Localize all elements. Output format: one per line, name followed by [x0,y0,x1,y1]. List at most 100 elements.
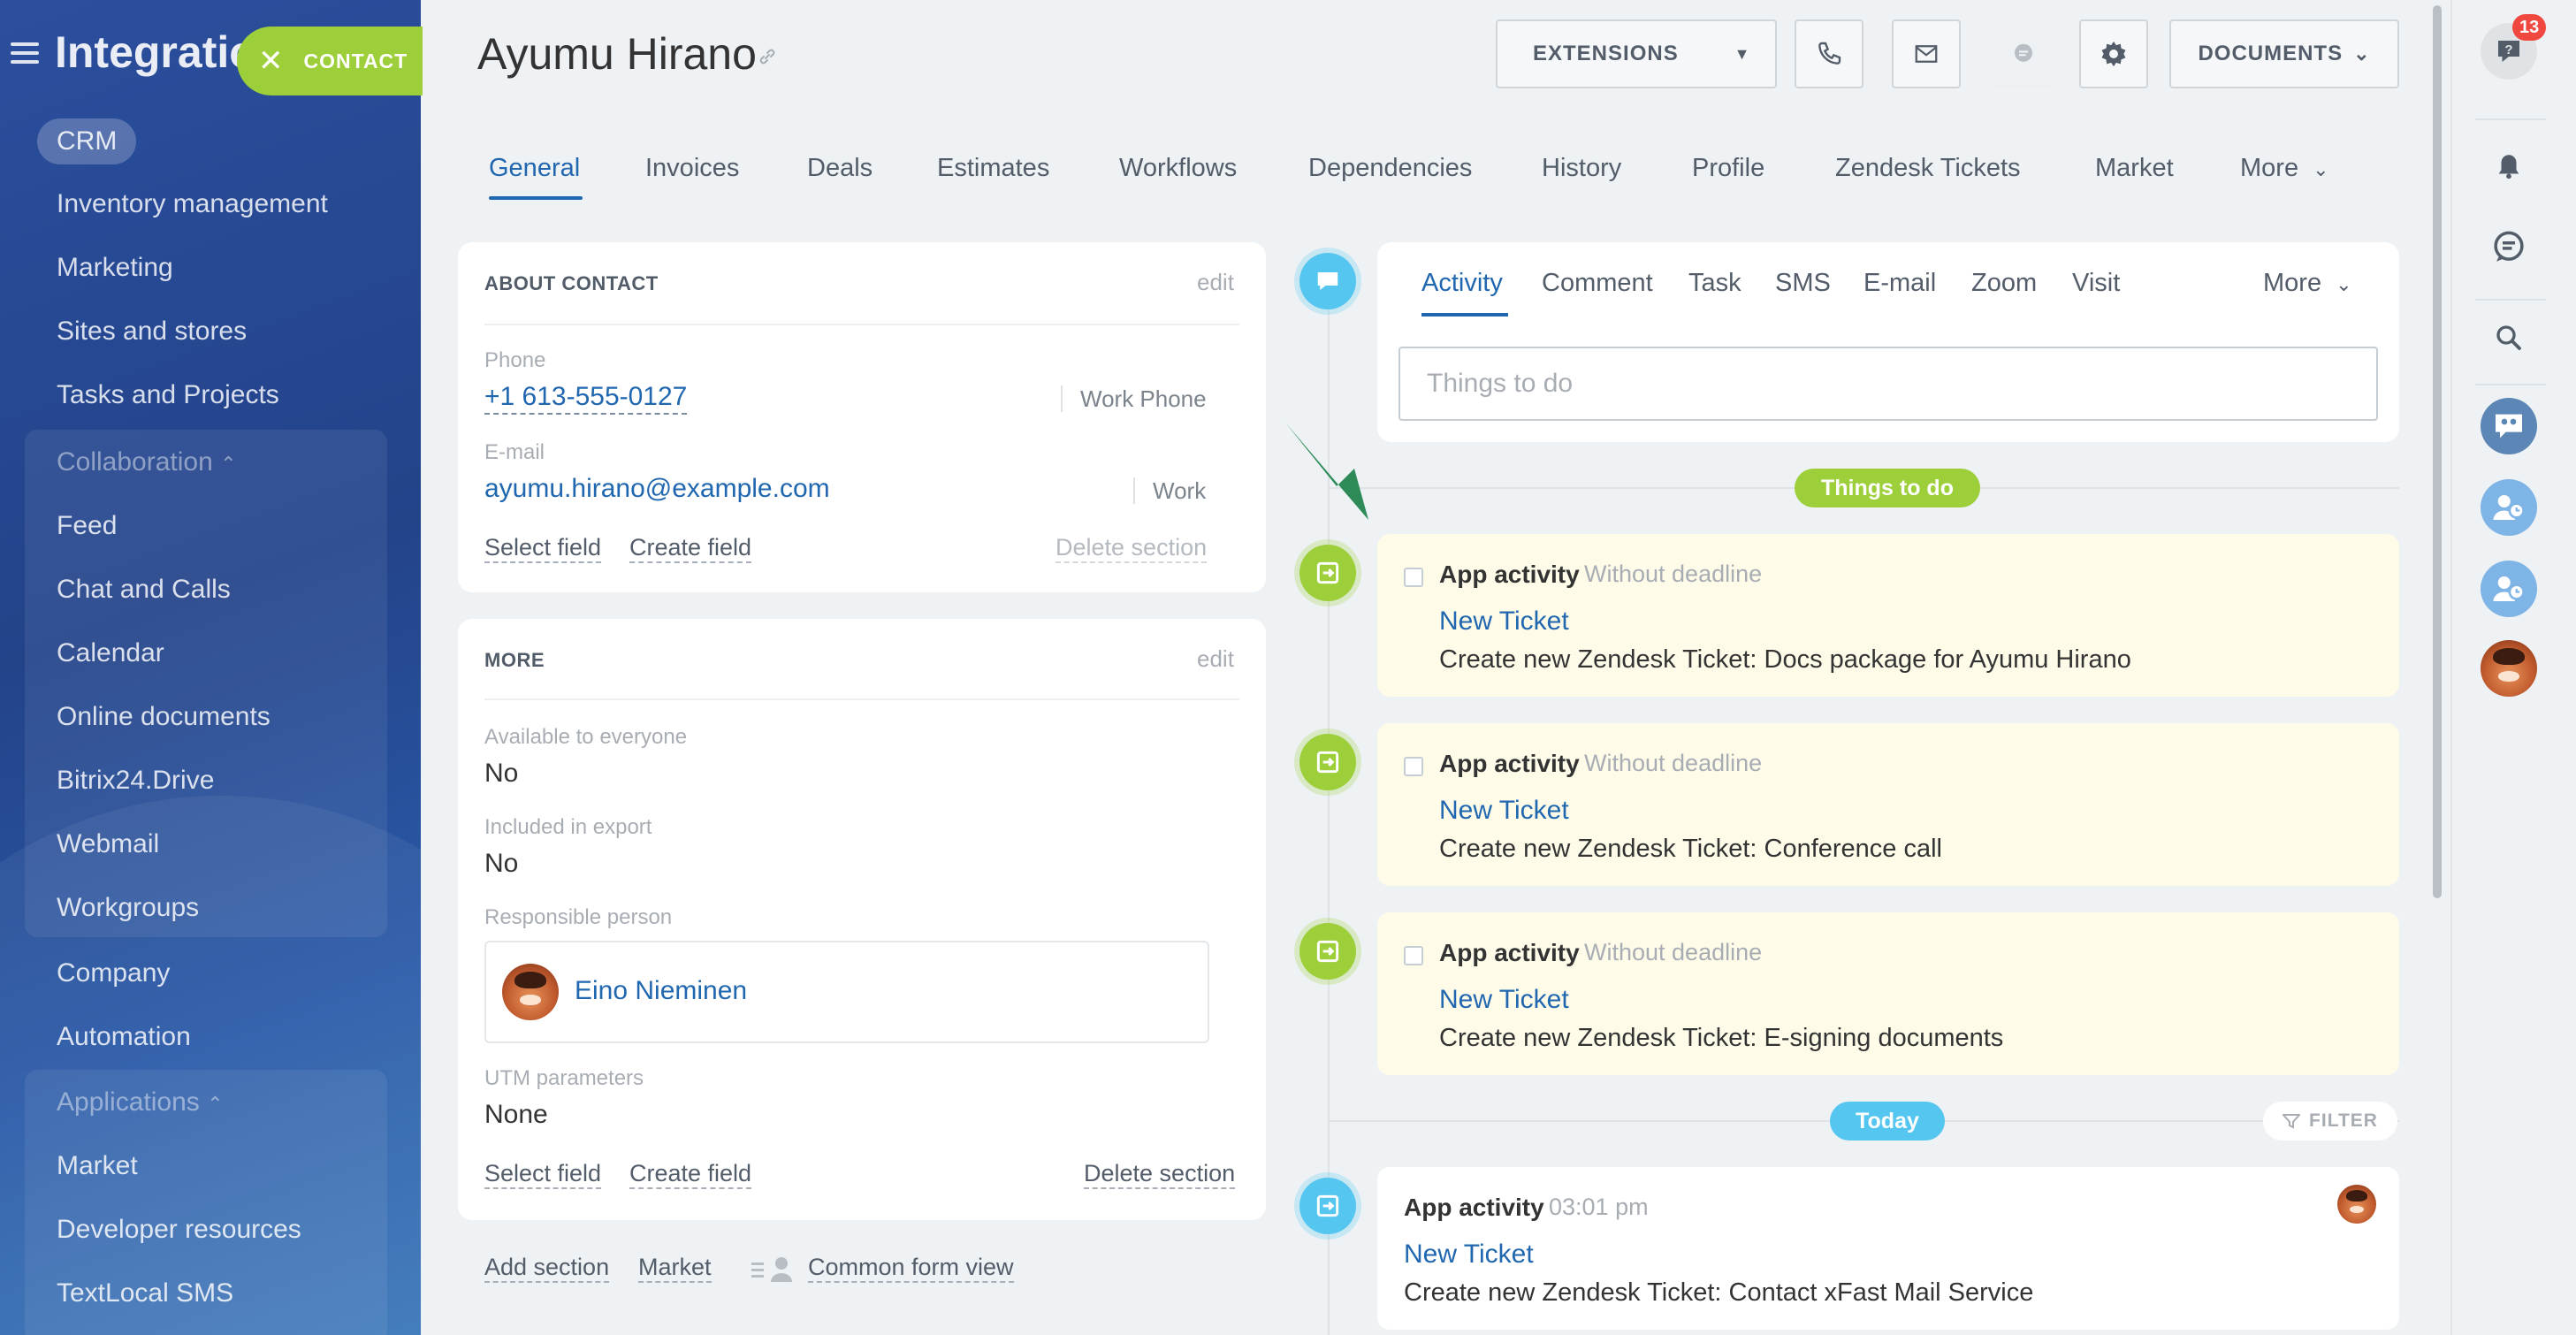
phone-value[interactable]: +1 613-555-0127 [484,382,688,415]
tab-sms[interactable]: SMS [1775,269,1831,298]
sidebar-item-sites[interactable]: Sites and stores [57,317,247,347]
tab-comment[interactable]: Comment [1542,269,1653,298]
email-value[interactable]: ayumu.hirano@example.com [484,474,830,504]
sidebar-item-workgroups[interactable]: Workgroups [57,893,199,923]
tab-history[interactable]: History [1542,154,1621,183]
export-value: No [484,849,519,878]
collaboration-title[interactable]: Collaboration ⌃ [57,447,237,477]
sidebar-item-calendar[interactable]: Calendar [57,638,164,668]
add-section-link[interactable]: Add section [484,1254,610,1283]
market-link[interactable]: Market [638,1254,712,1283]
tab-active-underline [489,196,583,200]
complete-checkbox[interactable] [1404,568,1423,587]
messenger-button[interactable] [2481,219,2537,276]
chevron-up-icon: ⌃ [207,1093,224,1115]
delete-section-link[interactable]: Delete section [1084,1160,1236,1189]
extensions-dropdown[interactable]: ▼ [1710,19,1777,88]
comment-icon [1299,253,1356,309]
new-ticket-link[interactable]: New Ticket [1439,985,1569,1015]
menu-icon[interactable] [11,42,39,64]
sidebar-item-drive[interactable]: Bitrix24.Drive [57,766,214,796]
user-timer-button[interactable] [2481,561,2537,617]
group-chat-icon [2496,414,2522,439]
new-ticket-link[interactable]: New Ticket [1439,796,1569,826]
responsible-name[interactable]: Eino Nieminen [575,976,747,1006]
activity-description: Create new Zendesk Ticket: Contact xFast… [1404,1278,2034,1307]
tab-dependencies[interactable]: Dependencies [1308,154,1472,183]
edit-link[interactable]: edit [1197,645,1234,673]
activity-card[interactable]: App activity Without deadline New Ticket… [1377,723,2399,886]
app-activity-icon [1299,734,1356,790]
notifications-button[interactable] [2481,138,2537,195]
group-chat-button[interactable] [2481,398,2537,454]
new-ticket-link[interactable]: New Ticket [1404,1240,1534,1270]
email-button[interactable] [1892,19,1961,88]
sidebar-item-chat[interactable]: Chat and Calls [57,575,231,605]
select-field-link[interactable]: Select field [484,1160,602,1189]
tab-visit[interactable]: Visit [2072,269,2120,298]
activity-card[interactable]: App activity Without deadline New Ticket… [1377,912,2399,1075]
activity-title: App activity [1439,561,1580,588]
chat-button[interactable] [1989,19,2058,88]
delete-section-link[interactable]: Delete section [1056,534,1208,563]
sidebar-item-feed[interactable]: Feed [57,511,117,541]
avatar[interactable] [2481,640,2537,697]
sidebar-item-webmail[interactable]: Webmail [57,829,159,859]
activity-title: App activity [1404,1194,1544,1221]
select-field-link[interactable]: Select field [484,534,602,563]
activity-card[interactable]: App activity 03:01 pm New Ticket Create … [1377,1167,2399,1330]
extensions-button[interactable]: EXTENSIONS [1496,19,1729,88]
complete-checkbox[interactable] [1404,946,1423,965]
sidebar-item-marketing[interactable]: Marketing [57,253,173,283]
sidebar-item-market[interactable]: Market [57,1151,138,1181]
phone-button[interactable] [1795,19,1863,88]
divider [1061,385,1063,412]
edit-link[interactable]: edit [1197,269,1234,296]
new-ticket-link[interactable]: New Ticket [1439,606,1569,637]
tab-market[interactable]: Market [2095,154,2174,183]
tab-email[interactable]: E-mail [1863,269,1936,298]
sidebar-item-textlocal[interactable]: TextLocal SMS [57,1278,233,1308]
sidebar-item-automation[interactable]: Automation [57,1022,191,1052]
sidebar-item-tasks[interactable]: Tasks and Projects [57,380,279,410]
tab-profile[interactable]: Profile [1692,154,1764,183]
tab-estimates[interactable]: Estimates [937,154,1049,183]
scrollbar-thumb[interactable] [2433,5,2442,898]
phone-label: Phone [484,348,546,372]
responsible-person[interactable]: Eino Nieminen [484,941,1209,1043]
create-field-link[interactable]: Create field [629,1160,752,1189]
activity-card[interactable]: App activity Without deadline New Ticket… [1377,534,2399,697]
filter-button[interactable]: FILTER [2263,1102,2397,1140]
sidebar-item-company[interactable]: Company [57,958,170,988]
sidebar-item-crm[interactable]: CRM [37,118,137,164]
settings-button[interactable] [2079,19,2148,88]
tab-task[interactable]: Task [1688,269,1741,298]
collaboration-group [25,430,387,937]
tab-workflows[interactable]: Workflows [1119,154,1237,183]
documents-button[interactable]: DOCUMENTS ⌄ [2169,19,2399,88]
create-field-link[interactable]: Create field [629,534,752,563]
avatar [2337,1185,2376,1224]
tab-zoom[interactable]: Zoom [1971,269,2037,298]
tab-invoices[interactable]: Invoices [645,154,739,183]
contact-button[interactable]: ✕ CONTACT [237,27,423,95]
common-form-view-link[interactable]: Common form view [808,1254,1014,1283]
complete-checkbox[interactable] [1404,757,1423,776]
sidebar-item-developer[interactable]: Developer resources [57,1215,301,1245]
tab-more[interactable]: More ⌄ [2263,269,2352,298]
things-to-do-input[interactable]: Things to do [1399,347,2378,421]
search-button[interactable] [2481,309,2537,366]
tab-more[interactable]: More ⌄ [2240,154,2329,183]
sidebar-item-online-documents[interactable]: Online documents [57,702,271,732]
user-timer-button[interactable] [2481,479,2537,536]
tab-zendesk-tickets[interactable]: Zendesk Tickets [1835,154,2021,183]
tab-activity[interactable]: Activity [1421,269,1503,298]
phone-type: Work Phone [1080,385,1207,412]
activity-deadline: Without deadline [1584,939,1763,965]
tab-deals[interactable]: Deals [807,154,873,183]
tab-general[interactable]: General [489,154,580,183]
sidebar-item-inventory[interactable]: Inventory management [57,189,328,219]
applications-title[interactable]: Applications ⌃ [57,1087,224,1118]
link-icon[interactable] [757,46,778,67]
chevron-down-icon: ⌄ [2313,158,2329,180]
